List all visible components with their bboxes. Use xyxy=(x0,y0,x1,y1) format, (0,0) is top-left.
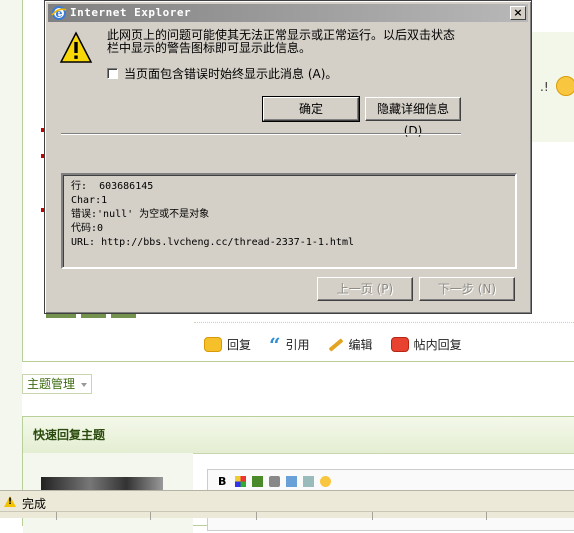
detail-char-row: Char:1 xyxy=(71,194,507,208)
status-bar-cells xyxy=(0,511,574,520)
color-icon[interactable] xyxy=(235,476,246,487)
detail-code-label: 代码: xyxy=(71,223,98,234)
floor-reply-bubble-icon xyxy=(390,337,409,352)
detail-error-label: 错误: xyxy=(71,209,98,220)
reply-label: 回复 xyxy=(227,338,252,352)
post-divider xyxy=(194,322,574,323)
image-icon[interactable] xyxy=(252,476,263,487)
ie-logo-icon: e xyxy=(51,6,67,20)
edit-button[interactable]: 编辑 xyxy=(328,336,373,353)
reply-button[interactable]: 回复 xyxy=(204,336,251,353)
warning-icon[interactable] xyxy=(4,496,16,507)
quote-icon: “ xyxy=(269,332,281,357)
status-cell-divider xyxy=(372,512,373,520)
always-show-checkbox-row[interactable]: 当页面包含错误时始终显示此消息 (A)。 xyxy=(107,65,337,82)
status-text: 完成 xyxy=(22,497,47,511)
smiley-icon[interactable] xyxy=(320,476,331,487)
post-action-bar: 回复 “ 引用 编辑 帖内回复 xyxy=(204,332,462,357)
status-cell-divider xyxy=(486,512,487,520)
detail-url-value: http://bbs.lvcheng.cc/thread-2337-1-1.ht… xyxy=(101,237,354,248)
theme-management-dropdown[interactable]: 主题管理 xyxy=(22,374,92,394)
error-message: 此网页上的问题可能使其无法正常显示或正常运行。以后双击状态 栏中显示的警告图标即… xyxy=(107,29,517,55)
previous-button[interactable]: 上一页 (P) xyxy=(317,277,413,301)
next-button[interactable]: 下一步 (N) xyxy=(419,277,515,301)
error-message-line: 栏中显示的警告图标即可显示此信息。 xyxy=(107,41,312,55)
link-icon[interactable] xyxy=(286,476,297,487)
status-cell-divider xyxy=(150,512,151,520)
error-details-box: 行: 603686145 Char:1 错误:'null' 为空或不是对象 代码… xyxy=(61,173,517,269)
detail-error-row: 错误:'null' 为空或不是对象 xyxy=(71,208,507,222)
detail-char-label: Char: xyxy=(71,195,102,206)
detail-char-value: 1 xyxy=(101,195,108,206)
close-button[interactable]: × xyxy=(510,6,526,20)
status-cell-divider xyxy=(256,512,257,520)
warning-triangle-icon xyxy=(59,31,93,63)
chevron-down-icon xyxy=(81,383,87,387)
dialog-titlebar[interactable]: e Internet Explorer × xyxy=(48,4,528,22)
pencil-icon xyxy=(328,337,343,352)
bold-icon[interactable]: B xyxy=(218,476,229,487)
dialog-separator xyxy=(61,133,461,135)
code-icon[interactable] xyxy=(303,476,314,487)
always-show-checkbox-label: 当页面包含错误时始终显示此消息 (A)。 xyxy=(124,67,338,81)
quote-button[interactable]: “ 引用 xyxy=(269,332,310,357)
quote-label: 引用 xyxy=(285,338,310,352)
floor-reply-label: 帖内回复 xyxy=(413,338,462,352)
media-icon[interactable] xyxy=(269,476,280,487)
post-text-fragment: .! xyxy=(540,80,549,94)
detail-url-row: URL: http://bbs.lvcheng.cc/thread-2337-1… xyxy=(71,236,507,250)
detail-line-value: 603686145 xyxy=(99,181,154,192)
edit-label: 编辑 xyxy=(348,338,373,352)
quick-reply-title: 快速回复主题 xyxy=(23,417,574,454)
dialog-title: Internet Explorer xyxy=(70,6,192,19)
always-show-checkbox[interactable] xyxy=(107,68,118,79)
left-gutter xyxy=(0,0,22,490)
status-cell-divider xyxy=(56,512,57,520)
detail-url-label: URL: xyxy=(71,237,96,248)
smiley-emoticon-icon xyxy=(556,76,574,96)
ok-button[interactable]: 确定 xyxy=(262,96,360,122)
detail-code-row: 代码:0 xyxy=(71,222,507,236)
detail-line-row: 行: 603686145 xyxy=(71,180,507,194)
reply-bubble-icon xyxy=(204,337,222,352)
detail-code-value: 0 xyxy=(97,223,104,234)
theme-management-label: 主题管理 xyxy=(27,377,76,391)
detail-line-label: 行: xyxy=(71,181,88,192)
detail-error-value: 'null' 为空或不是对象 xyxy=(97,209,210,220)
editor-toolbar: B xyxy=(218,476,331,487)
script-error-dialog: e Internet Explorer × 此网页上的问题可能使其无法正常显示或… xyxy=(44,0,532,314)
hide-details-button[interactable]: 隐藏详细信息 (D) xyxy=(365,97,461,138)
floor-reply-button[interactable]: 帖内回复 xyxy=(390,336,462,353)
browser-status-bar: 完成 xyxy=(0,490,574,520)
